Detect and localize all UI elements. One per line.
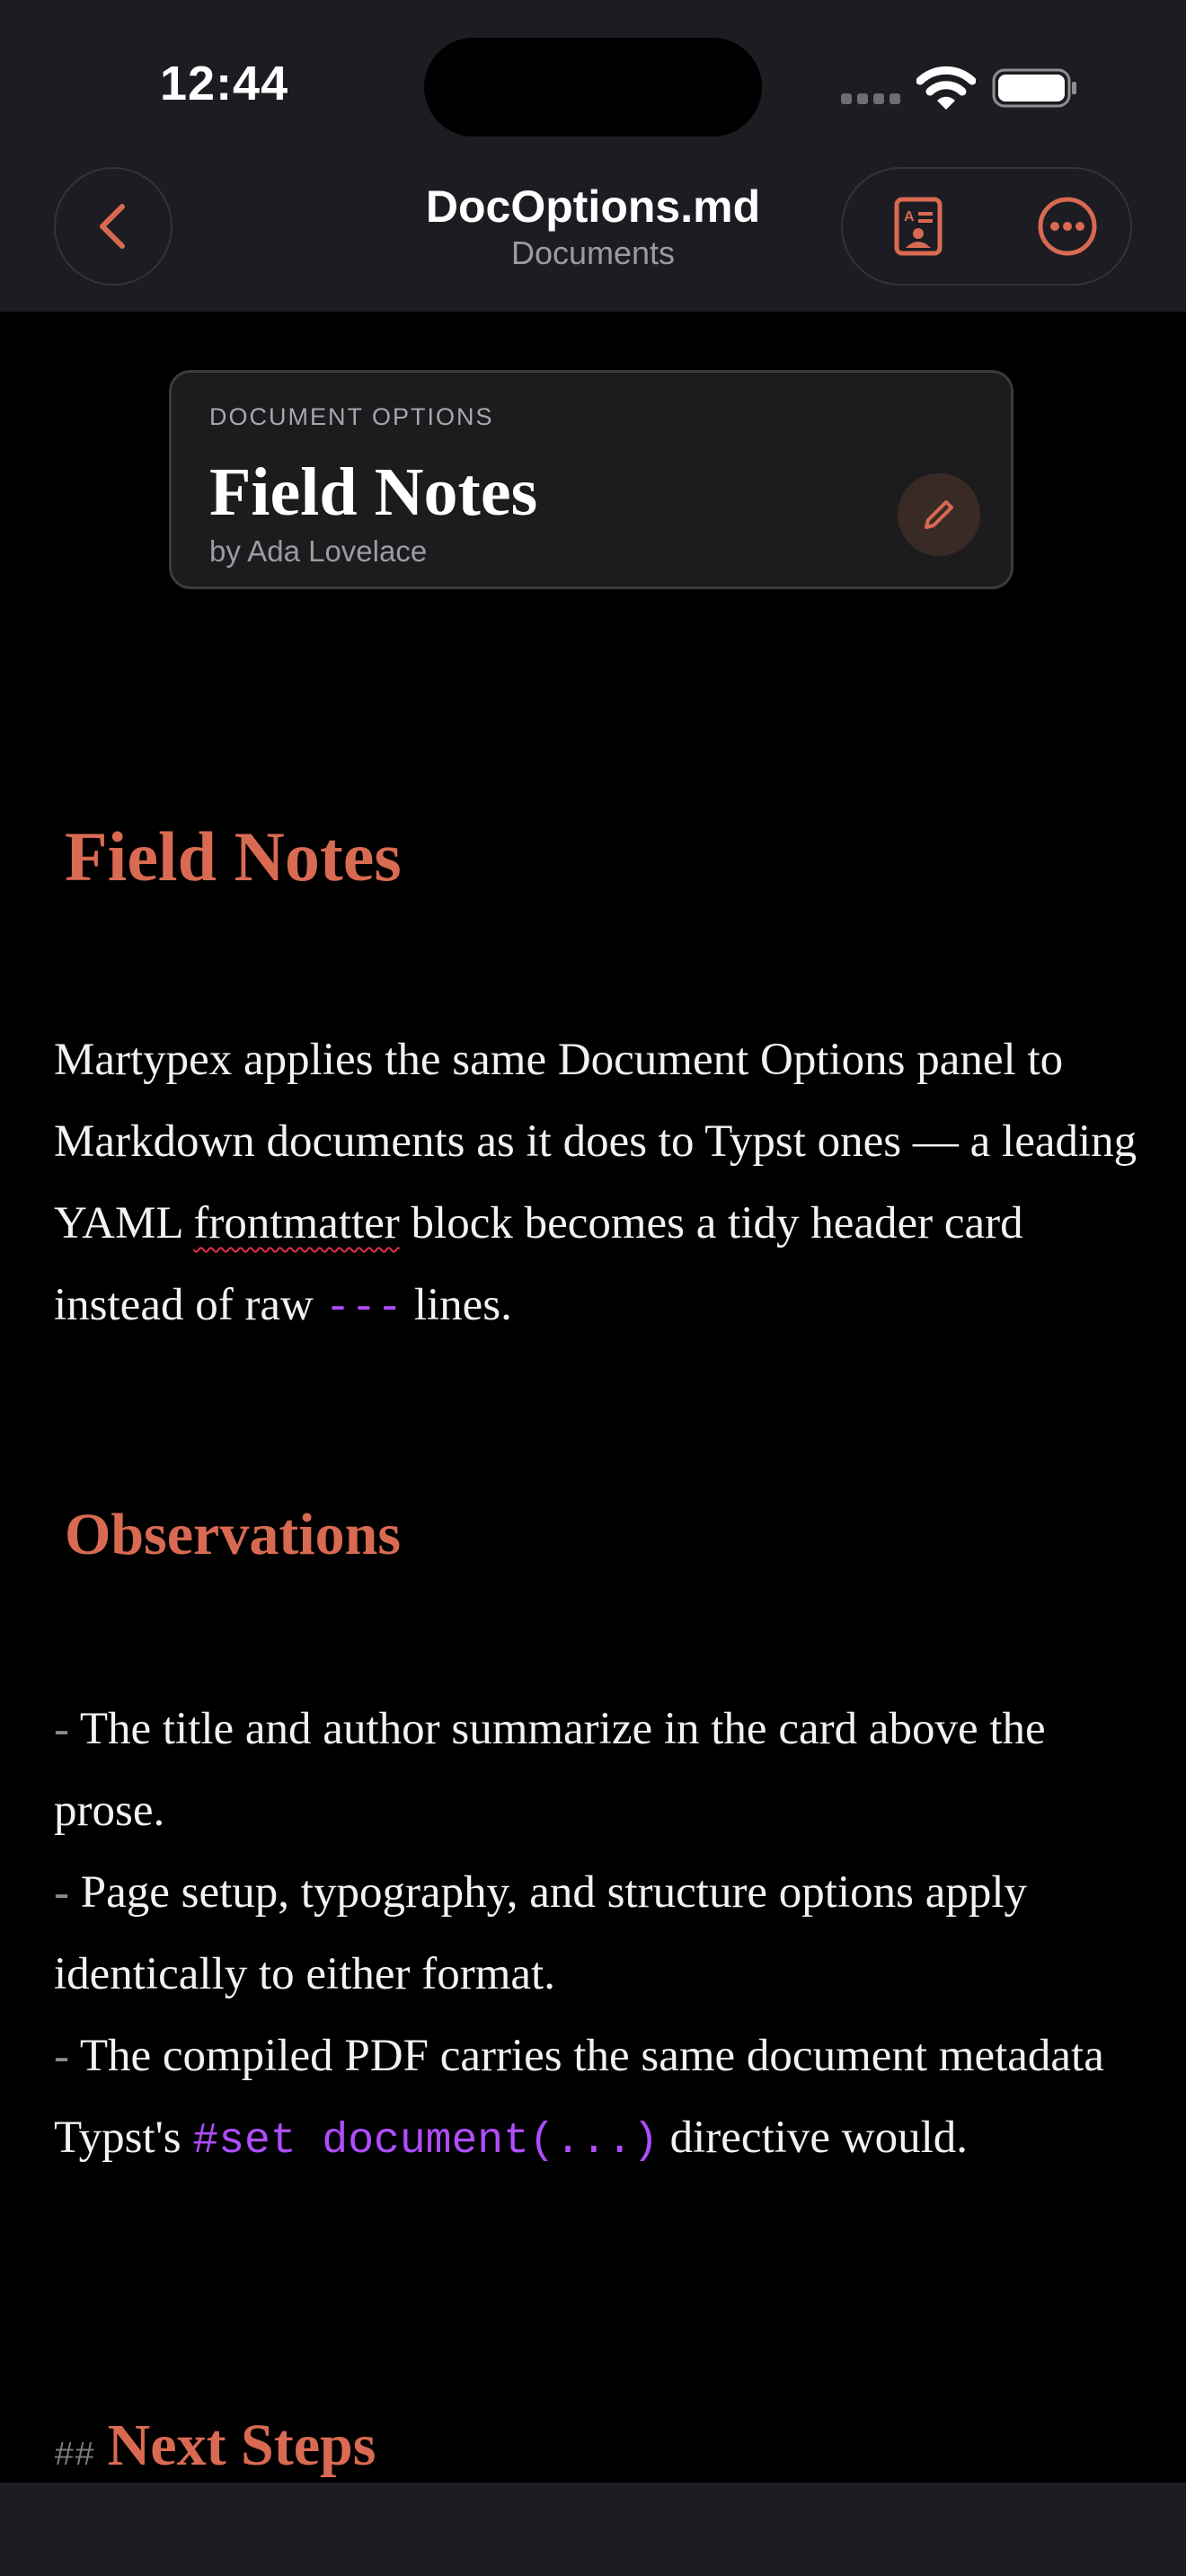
card-title: Field Notes: [209, 454, 538, 530]
list-bullet: -: [54, 1704, 69, 1754]
bottom-toolbar: [0, 2483, 1186, 2576]
document-options-card[interactable]: DOCUMENT OPTIONS Field Notes by Ada Love…: [169, 370, 1013, 589]
pencil-icon: [925, 500, 953, 529]
list-item: - The compiled PDF carries the same docu…: [54, 2016, 1141, 2183]
heading-1: Field Notes: [65, 817, 402, 895]
heading-3-text: Next Steps: [107, 2413, 376, 2478]
list-item: - The title and author summarize in the …: [54, 1689, 1141, 1852]
list-item-text: Page setup, typography, and structure op…: [54, 1867, 1028, 1999]
observations-list[interactable]: - The title and author summarize in the …: [54, 1689, 1141, 2183]
card-author: by Ada Lovelace: [209, 534, 428, 568]
card-section-label: DOCUMENT OPTIONS: [209, 403, 494, 430]
ellipsis-circle-icon[interactable]: [1035, 194, 1100, 259]
cellular-signal-icon: [841, 93, 902, 104]
list-item-text: The title and author summarize in the ca…: [54, 1704, 1046, 1836]
back-button[interactable]: [54, 167, 173, 286]
heading-marker: ##: [54, 2437, 95, 2475]
spelling-flagged-word[interactable]: frontmatter: [193, 1198, 399, 1248]
document-properties-icon[interactable]: A: [886, 194, 951, 259]
edit-options-button[interactable]: [898, 473, 980, 556]
list-item: - Page setup, typography, and structure …: [54, 1852, 1141, 2016]
list-item-text: directive would.: [658, 2113, 969, 2163]
inline-code: ---: [324, 1284, 403, 1333]
list-bullet: -: [54, 1867, 69, 1918]
inline-code: #set document(...): [192, 2117, 659, 2166]
dynamic-island: [424, 38, 762, 137]
nav-action-group: A: [841, 167, 1132, 286]
heading-2: Observations: [65, 1502, 402, 1567]
wifi-icon: [916, 66, 976, 110]
battery-icon: [992, 68, 1076, 108]
nav-title-group: DocOptions.md Documents: [323, 180, 863, 273]
document-folder: Documents: [510, 234, 676, 271]
chevron-left-icon: [100, 204, 125, 249]
status-time: 12:44: [160, 57, 289, 110]
navigation-bar: 12:44 DocOptions.md Documents A: [0, 0, 1186, 312]
document-title: DocOptions.md: [425, 181, 761, 232]
list-bullet: -: [54, 2031, 69, 2081]
paragraph[interactable]: Martypex applies the same Document Optio…: [54, 1019, 1141, 1350]
paragraph-text: lines.: [403, 1280, 512, 1330]
svg-text:A: A: [904, 209, 915, 225]
